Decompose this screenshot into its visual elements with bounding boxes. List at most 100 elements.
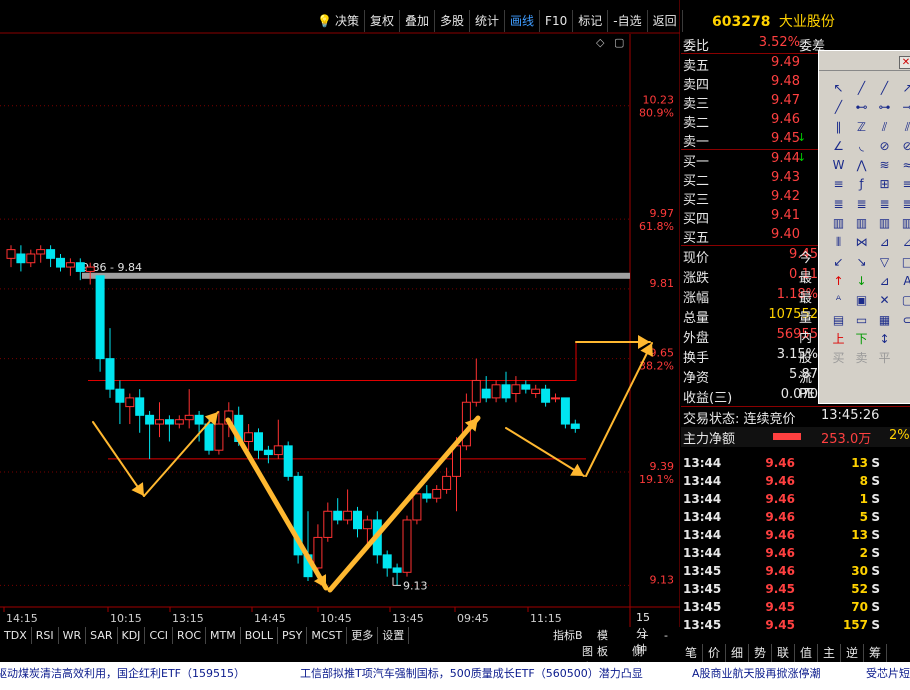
draw-tool-icon[interactable]: ℤ xyxy=(850,118,873,137)
draw-tool-icon[interactable] xyxy=(896,349,910,368)
draw-tool-icon[interactable]: ∠ xyxy=(827,137,850,156)
toolbar-drawline-button[interactable]: 画线 xyxy=(505,10,541,32)
draw-tool-icon[interactable]: ◟ xyxy=(850,137,873,156)
toolbar-mark-button[interactable]: 标记 xyxy=(573,10,609,32)
draw-tool-icon[interactable]: ╱ xyxy=(827,98,850,117)
draw-tool-icon[interactable]: ↗ xyxy=(896,79,910,98)
indicator-tab[interactable]: SAR xyxy=(86,627,118,644)
draw-tool-icon[interactable]: ≡ xyxy=(827,175,850,194)
draw-tool-icon[interactable]: ╱ xyxy=(873,79,896,98)
draw-tool-icon[interactable]: ▦ xyxy=(873,311,896,330)
panel-tab[interactable]: 逆 xyxy=(841,644,864,662)
draw-tool-icon[interactable]: ↕ xyxy=(873,330,896,349)
draw-tool-icon[interactable]: ▣ xyxy=(850,291,873,310)
draw-tool-icon[interactable]: 平 xyxy=(873,349,896,368)
draw-tool-icon[interactable]: ≣ xyxy=(827,195,850,214)
toolbar-decision-button[interactable]: 💡 决策 xyxy=(312,10,365,32)
draw-tool-icon[interactable]: ↓ xyxy=(850,272,873,291)
draw-tool-icon[interactable]: ≣ xyxy=(850,195,873,214)
draw-tool-icon[interactable]: ⊿ xyxy=(873,272,896,291)
close-icon[interactable]: ✕ xyxy=(899,56,910,69)
draw-tool-icon[interactable]: ≡ xyxy=(896,175,910,194)
draw-tool-icon[interactable]: ⊿ xyxy=(873,233,896,252)
panel-tab[interactable]: 筹 xyxy=(864,644,887,662)
draw-tool-icon[interactable]: ∥ xyxy=(827,118,850,137)
draw-tool-icon[interactable]: 下 xyxy=(850,330,873,349)
draw-tool-icon[interactable]: ▥ xyxy=(827,214,850,233)
indicator-tab[interactable]: RSI xyxy=(31,627,59,644)
draw-tool-icon[interactable]: ⫽ xyxy=(896,118,910,137)
indicator-tab[interactable]: WR xyxy=(58,627,87,644)
draw-tool-icon[interactable]: ↑ xyxy=(827,272,850,291)
draw-tool-icon[interactable]: ≣ xyxy=(896,195,910,214)
indicator-tab[interactable]: KDJ xyxy=(117,627,146,644)
draw-tool-icon[interactable]: ↘ xyxy=(850,253,873,272)
draw-tool-icon[interactable]: W xyxy=(827,156,850,175)
panel-tab[interactable]: 势 xyxy=(749,644,772,662)
panel-tab[interactable]: 细 xyxy=(726,644,749,662)
draw-tool-icon[interactable]: ⊸ xyxy=(896,98,910,117)
news-item[interactable]: A股商业航天股再掀涨停潮 xyxy=(692,663,821,685)
panel-tab[interactable]: 价 xyxy=(703,644,726,662)
draw-tool-icon[interactable]: 上 xyxy=(827,330,850,349)
draw-tool-icon[interactable]: ⋈ xyxy=(850,233,873,252)
draw-tool-icon[interactable]: ⋀ xyxy=(850,156,873,175)
indicator-b-button[interactable]: 指标B xyxy=(550,628,586,644)
toolbar-multistock-button[interactable]: 多股 xyxy=(435,10,471,32)
draw-tool-icon[interactable]: 买 xyxy=(827,349,850,368)
indicator-tab[interactable]: TDX xyxy=(0,627,32,644)
draw-tool-icon[interactable]: ⊷ xyxy=(850,98,873,117)
indicator-tab[interactable]: MTM xyxy=(206,627,241,644)
zoom-out-button[interactable]: - xyxy=(664,628,668,644)
panel-tab[interactable]: 值 xyxy=(795,644,818,662)
indicator-tab[interactable]: BOLL xyxy=(240,627,279,644)
drawing-tools-palette[interactable]: ✕ ↖ ╱ ╱ ↗ ╱ ⊷ ⊶ ⊸ ∥ ℤ ⫽ ⫽ ∠ ◟ ⊘ ⊘ W ⋀ ≋ ≈ ≡ ƒ ⊞ ≡ ≣ ≣ ≣ ≣ ▥ ▥ ▥ ▥ ⫴ ⋈ ⊿ ⊿ ↙ ↘… xyxy=(818,50,910,404)
toolbar-overlay-button[interactable]: 叠加 xyxy=(400,10,435,32)
draw-tool-icon[interactable]: ⊶ xyxy=(873,98,896,117)
toolbar-stats-button[interactable]: 统计 xyxy=(470,10,506,32)
draw-tool-icon[interactable]: A xyxy=(896,272,910,291)
indicator-tab[interactable]: 设置 xyxy=(378,627,410,644)
indicator-tab[interactable]: MCST xyxy=(307,627,348,644)
indicator-tab[interactable]: 更多 xyxy=(347,627,379,644)
toolbar-f10-button[interactable]: F10 xyxy=(540,10,574,32)
draw-tool-icon[interactable]: ≋ xyxy=(873,156,896,175)
draw-tool-icon[interactable]: ▥ xyxy=(873,214,896,233)
draw-tool-icon[interactable]: ƒ xyxy=(850,175,873,194)
news-item[interactable]: 驱动煤炭清洁高效利用，国企红利ETF（159515） xyxy=(0,663,245,685)
draw-tool-icon[interactable]: ⫽ xyxy=(873,118,896,137)
draw-tool-icon[interactable]: ▤ xyxy=(827,311,850,330)
palette-titlebar[interactable] xyxy=(819,51,910,71)
toolbar-rights-button[interactable]: 复权 xyxy=(365,10,400,32)
toolbar-watchlist-button[interactable]: -自选 xyxy=(608,10,648,32)
draw-tool-icon[interactable]: ▭ xyxy=(850,311,873,330)
draw-tool-icon[interactable]: ▢ xyxy=(896,291,910,310)
indicator-tab[interactable]: PSY xyxy=(278,627,308,644)
draw-tool-icon[interactable]: ✕ xyxy=(873,291,896,310)
news-item[interactable]: 受芯片短 xyxy=(866,663,910,685)
draw-tool-icon[interactable]: ⊘ xyxy=(873,137,896,156)
draw-tool-icon[interactable]: ≣ xyxy=(873,195,896,214)
draw-tool-icon[interactable]: ⊞ xyxy=(873,175,896,194)
main-flow-row[interactable]: 主力净额 253.0万 2% xyxy=(681,427,910,447)
draw-tool-icon[interactable]: ⫴ xyxy=(827,233,850,252)
draw-tool-icon[interactable]: ⊿ xyxy=(896,233,910,252)
panel-tab[interactable]: 主 xyxy=(818,644,841,662)
toolbar-back-button[interactable]: 返回 xyxy=(648,10,683,32)
draw-tool-icon[interactable]: ↙ xyxy=(827,253,850,272)
news-item[interactable]: 工信部拟推T项汽车强制国标，500质量成长ETF（560500）潜力凸显 xyxy=(300,663,643,685)
draw-tool-icon[interactable]: ⊘ xyxy=(896,137,910,156)
draw-tool-icon[interactable]: 卖 xyxy=(850,349,873,368)
indicator-tab[interactable]: ROC xyxy=(173,627,207,644)
draw-tool-icon[interactable]: □ xyxy=(896,253,910,272)
kline-chart[interactable]: 10.2380.9% 9.9761.8% 9.81 9.6538.2% 9.3919.1… xyxy=(0,0,680,627)
panel-tab[interactable]: 笔 xyxy=(680,644,703,662)
draw-tool-icon[interactable]: ▽ xyxy=(873,253,896,272)
draw-tool-icon[interactable] xyxy=(896,330,910,349)
draw-tool-icon[interactable]: ▥ xyxy=(896,214,910,233)
panel-tab[interactable]: 联 xyxy=(772,644,795,662)
draw-tool-icon[interactable]: ᴬ xyxy=(827,291,850,310)
draw-tool-icon[interactable]: ≈ xyxy=(896,156,910,175)
draw-tool-icon[interactable]: ╱ xyxy=(850,79,873,98)
draw-tool-icon[interactable]: ▥ xyxy=(850,214,873,233)
